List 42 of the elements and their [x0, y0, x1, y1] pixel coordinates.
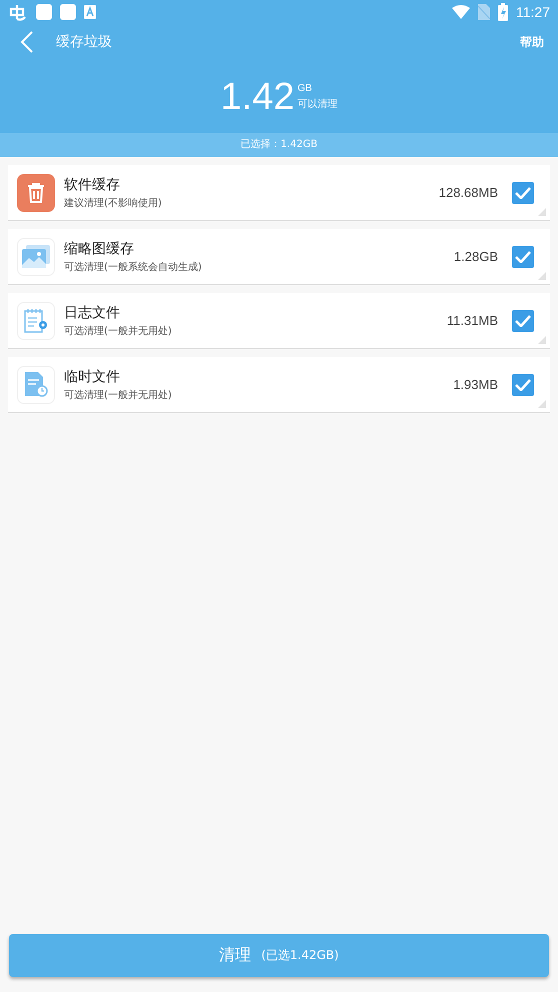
item-size: 128.68MB: [438, 185, 498, 200]
item-description: 可选清理(一般并无用处): [64, 324, 172, 338]
document-clock-icon: [24, 372, 48, 398]
notification-icon: [60, 4, 76, 20]
screen-title: 缓存垃圾: [56, 33, 112, 51]
sim-icon: [478, 4, 490, 20]
corner-mark: [538, 272, 546, 280]
item-title: 临时文件: [64, 368, 121, 386]
checkbox[interactable]: [512, 246, 534, 268]
amount-caption: 可以清理: [297, 98, 338, 110]
item-title: 软件缓存: [64, 176, 121, 194]
item-description: 建议清理(不影响使用): [64, 196, 162, 210]
corner-mark: [538, 208, 546, 216]
item-description: 可选清理(一般系统会自动生成): [64, 260, 202, 274]
item-size: 1.28GB: [454, 249, 498, 264]
cache-item[interactable]: 日志文件 可选清理(一般并无用处) 11.31MB: [8, 293, 550, 349]
item-title: 缩略图缓存: [64, 240, 135, 258]
notification-icon: [8, 3, 28, 21]
item-title: 日志文件: [64, 304, 121, 322]
cache-item[interactable]: 临时文件 可选清理(一般并无用处) 1.93MB: [8, 357, 550, 413]
item-description: 可选清理(一般并无用处): [64, 388, 172, 402]
item-size: 11.31MB: [446, 313, 498, 328]
notepad-gear-icon: [24, 308, 48, 334]
image-icon: [22, 244, 50, 268]
checkbox[interactable]: [512, 310, 534, 332]
cache-item[interactable]: 软件缓存 建议清理(不影响使用) 128.68MB: [8, 165, 550, 221]
amount-unit: GB: [297, 82, 313, 94]
wifi-icon: [452, 5, 470, 19]
clock: 11:27: [516, 4, 550, 20]
back-icon[interactable]: [20, 31, 34, 53]
cleanable-amount: 1.42: [220, 78, 294, 116]
battery-icon: [498, 3, 508, 21]
corner-mark: [538, 400, 546, 408]
notification-icon: [36, 4, 52, 20]
item-size: 1.93MB: [453, 377, 498, 392]
checkbox[interactable]: [512, 374, 534, 396]
checkbox[interactable]: [512, 182, 534, 204]
trash-icon: [17, 174, 55, 212]
corner-mark: [538, 336, 546, 344]
notification-icon: [84, 5, 96, 19]
cache-item[interactable]: 缩略图缓存 可选清理(一般系统会自动生成) 1.28GB: [8, 229, 550, 285]
selected-summary: 已选择：1.42GB: [0, 133, 558, 157]
